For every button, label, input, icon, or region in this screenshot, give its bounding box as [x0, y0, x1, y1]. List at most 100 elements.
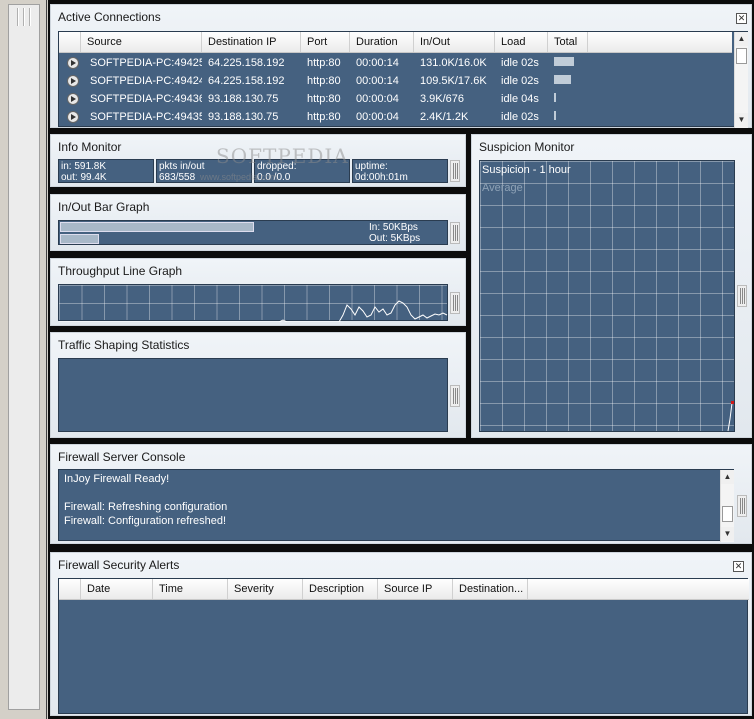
cell-port: http:80 — [307, 111, 341, 123]
active-connections-panel: Active Connections ✕ Source Destination … — [50, 4, 752, 128]
column-header-load[interactable]: Load — [495, 32, 548, 52]
cell-duration: 00:00:04 — [356, 111, 399, 123]
header-spacer — [59, 579, 81, 599]
cell-inout: 109.5K/17.6K — [420, 75, 487, 87]
column-header-description[interactable]: Description — [303, 579, 378, 599]
scroll-thumb[interactable] — [722, 506, 733, 522]
cell-total — [548, 72, 588, 90]
cell-total — [548, 54, 588, 72]
uptime-value: 0d:00h:01m — [355, 172, 408, 183]
column-header-port[interactable]: Port — [301, 32, 350, 52]
in-bar — [60, 222, 254, 232]
suspicion-graph: Suspicion - 1 hour Average — [479, 160, 735, 432]
console-line: InJoy Firewall Ready! — [64, 473, 170, 485]
panel-title: Info Monitor — [58, 140, 122, 154]
column-header-duration[interactable]: Duration — [350, 32, 414, 52]
cell-load: idle 04s — [501, 93, 539, 105]
column-header-source[interactable]: Source — [81, 32, 202, 52]
console-scrollbar[interactable]: ▲ ▼ — [720, 470, 734, 542]
uptime-label: uptime: — [355, 161, 388, 172]
panel-title: In/Out Bar Graph — [58, 200, 150, 214]
column-header-in-out[interactable]: In/Out — [414, 32, 495, 52]
suspicion-line — [727, 401, 734, 432]
cell-port: http:80 — [307, 75, 341, 87]
resize-grip-icon[interactable] — [737, 285, 747, 307]
connection-arrow-icon — [67, 93, 79, 105]
throughput-line-graph-panel: Throughput Line Graph — [50, 258, 466, 326]
connection-arrow-icon — [67, 57, 79, 69]
scroll-down-icon[interactable]: ▼ — [735, 113, 748, 127]
resize-grip-icon[interactable] — [450, 292, 460, 314]
column-header-source-ip[interactable]: Source IP — [378, 579, 453, 599]
out-value: out: 99.4K — [61, 172, 107, 183]
main-area: Active Connections ✕ Source Destination … — [48, 0, 754, 719]
security-alerts-panel: Firewall Security Alerts ✕ Date Time Sev… — [50, 552, 752, 716]
throughput-line — [59, 300, 448, 322]
cell-load: idle 02s — [501, 57, 539, 69]
console-line: Firewall: Configuration refreshed! — [64, 515, 227, 527]
traffic-shaping-panel: Traffic Shaping Statistics — [50, 332, 466, 438]
connections-scrollbar[interactable]: ▲ ▼ — [734, 32, 748, 128]
cell-inout: 131.0K/16.0K — [420, 57, 487, 69]
firewall-console-panel: Firewall Server Console InJoy Firewall R… — [50, 444, 752, 544]
out-bar — [60, 234, 99, 244]
scroll-up-icon[interactable]: ▲ — [735, 32, 748, 46]
cell-source: SOFTPEDIA-PC:49424 — [90, 75, 202, 87]
suspicion-monitor-panel: Suspicion Monitor Suspicion - 1 hour Ave… — [471, 134, 752, 438]
table-row[interactable]: SOFTPEDIA-PC:49436 93.188.130.75 http:80 00… — [59, 90, 732, 108]
console-output: InJoy Firewall Ready! Firewall: Refreshi… — [58, 469, 734, 542]
cell-duration: 00:00:14 — [356, 75, 399, 87]
in-value: in: 591.8K — [61, 161, 107, 172]
resize-grip-icon[interactable] — [450, 222, 460, 244]
cell-dest: 93.188.130.75 — [208, 93, 279, 105]
traffic-shaping-area — [58, 358, 448, 432]
resize-grip-icon[interactable] — [450, 385, 460, 407]
cell-total — [548, 108, 588, 126]
column-header-severity[interactable]: Severity — [228, 579, 303, 599]
cell-dest: 64.225.158.192 — [208, 57, 285, 69]
connection-arrow-icon — [67, 75, 79, 87]
cell-port: http:80 — [307, 57, 341, 69]
in-out-cell: in: 591.8K out: 99.4K — [58, 159, 154, 183]
cell-source: SOFTPEDIA-PC:49436 — [90, 93, 202, 105]
table-row[interactable]: SOFTPEDIA-PC:49425 64.225.158.192 http:80 0… — [59, 54, 732, 72]
table-row[interactable]: SOFTPEDIA-PC:49424 64.225.158.192 http:80 0… — [59, 72, 732, 90]
cell-source: SOFTPEDIA-PC:49425 — [90, 57, 202, 69]
left-toolbar-panel — [8, 4, 40, 710]
cell-duration: 00:00:14 — [356, 57, 399, 69]
total-bar — [554, 75, 571, 84]
table-row[interactable]: SOFTPEDIA-PC:49435 93.188.130.75 http:80 00… — [59, 108, 732, 126]
column-header-time[interactable]: Time — [153, 579, 228, 599]
close-icon[interactable]: ✕ — [736, 13, 747, 24]
scroll-up-icon[interactable]: ▲ — [721, 470, 734, 484]
app-window: Active Connections ✕ Source Destination … — [0, 0, 754, 719]
drag-grip-icon[interactable] — [17, 8, 31, 26]
resize-grip-icon[interactable] — [450, 160, 460, 182]
panel-title: Firewall Security Alerts — [58, 558, 180, 572]
scroll-down-icon[interactable]: ▼ — [721, 527, 734, 541]
connections-table: Source Destination IP Port Duration In/O… — [58, 31, 748, 128]
connection-arrow-icon — [67, 111, 79, 123]
close-icon[interactable]: ✕ — [733, 561, 744, 572]
cell-port: http:80 — [307, 93, 341, 105]
resize-grip-icon[interactable] — [737, 495, 747, 517]
column-header-destination-ip[interactable]: Destination IP — [202, 32, 301, 52]
total-bar — [554, 57, 574, 66]
column-header-total[interactable]: Total — [548, 32, 588, 52]
total-bar — [554, 111, 556, 120]
panel-title: Active Connections — [58, 10, 161, 24]
softpedia-watermark: SOFTPEDIA — [216, 144, 349, 168]
cell-total — [548, 90, 588, 108]
panel-title: Firewall Server Console — [58, 450, 186, 464]
cell-dest: 64.225.158.192 — [208, 75, 285, 87]
throughput-graph — [58, 284, 448, 322]
cell-inout: 2.4K/1.2K — [420, 111, 469, 123]
header-filler — [588, 32, 732, 52]
column-header-destination[interactable]: Destination... — [453, 579, 528, 599]
cell-load: idle 02s — [501, 111, 539, 123]
scroll-thumb[interactable] — [736, 48, 747, 64]
softpedia-url-watermark: www.softpedia.com — [200, 172, 278, 182]
left-toolbar — [0, 0, 47, 719]
panel-title: Throughput Line Graph — [58, 264, 183, 278]
column-header-date[interactable]: Date — [81, 579, 153, 599]
